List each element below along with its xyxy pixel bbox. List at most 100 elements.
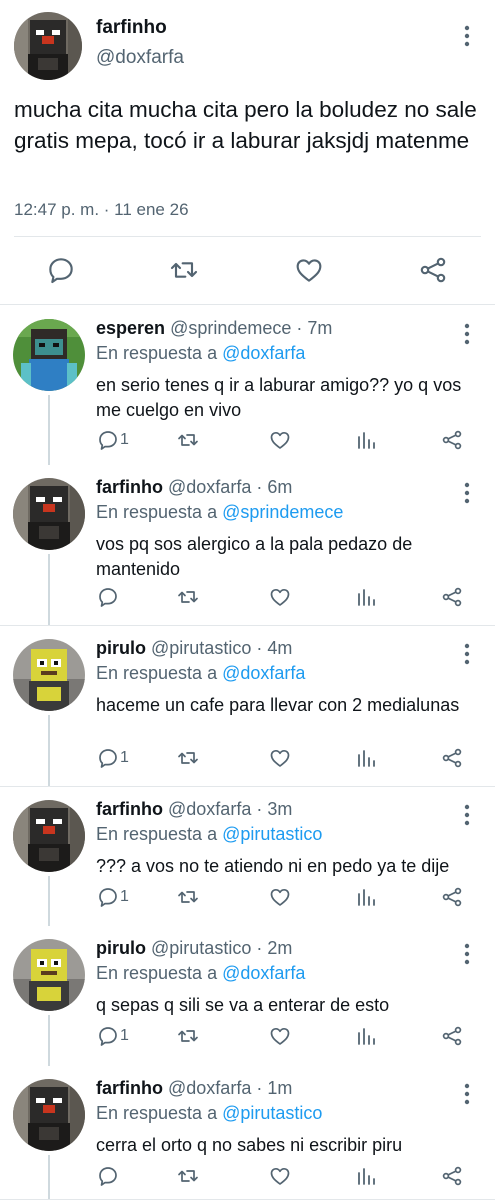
tweet-time[interactable]: 7m bbox=[307, 318, 332, 338]
author-handle[interactable]: @doxfarfa bbox=[96, 47, 184, 69]
share-icon[interactable] bbox=[440, 885, 464, 909]
tweet-time[interactable]: 2m bbox=[267, 938, 292, 958]
analytics-icon[interactable] bbox=[354, 585, 378, 609]
author-name[interactable]: pirulo bbox=[96, 638, 146, 658]
reply-button[interactable]: 1 bbox=[96, 746, 129, 770]
share-icon[interactable] bbox=[440, 746, 464, 770]
analytics-icon[interactable] bbox=[354, 428, 378, 452]
retweet-icon[interactable] bbox=[176, 1024, 200, 1048]
more-options-icon[interactable] bbox=[457, 479, 477, 507]
like-icon[interactable] bbox=[268, 1164, 292, 1188]
like-icon[interactable] bbox=[268, 585, 292, 609]
reply-tweet[interactable]: pirulo @pirutastico · 2m En respuesta a … bbox=[0, 926, 495, 1066]
analytics-icon[interactable] bbox=[354, 1024, 378, 1048]
share-icon[interactable] bbox=[440, 428, 464, 452]
more-options-icon[interactable] bbox=[457, 320, 477, 348]
like-icon[interactable] bbox=[268, 428, 292, 452]
author-handle[interactable]: @sprindemece bbox=[170, 318, 291, 338]
reply-actions: 1 bbox=[96, 1024, 476, 1050]
reply-actions: 1 bbox=[96, 428, 476, 454]
reply-to-link[interactable]: @pirutastico bbox=[222, 1103, 322, 1123]
more-options-icon[interactable] bbox=[457, 640, 477, 668]
tweet-time[interactable]: 1m bbox=[267, 1078, 292, 1098]
like-icon[interactable] bbox=[268, 1024, 292, 1048]
more-options-icon[interactable] bbox=[457, 22, 477, 50]
reply-tweet[interactable]: farfinho @doxfarfa · 6m En respuesta a @… bbox=[0, 465, 495, 626]
reply-to-link[interactable]: @doxfarfa bbox=[222, 663, 305, 683]
reply-icon bbox=[99, 431, 117, 450]
author-handle[interactable]: @doxfarfa bbox=[168, 799, 251, 819]
thread-line bbox=[48, 1015, 50, 1066]
author-name[interactable]: farfinho bbox=[96, 477, 163, 497]
reply-button[interactable]: 1 bbox=[96, 1024, 129, 1048]
thread-line bbox=[48, 395, 50, 465]
thread-line bbox=[48, 715, 50, 787]
like-icon[interactable] bbox=[268, 746, 292, 770]
reply-tweet[interactable]: esperen @sprindemece · 7m En respuesta a… bbox=[0, 306, 495, 465]
analytics-icon[interactable] bbox=[354, 746, 378, 770]
avatar[interactable] bbox=[13, 478, 85, 550]
reply-actions: 1 bbox=[96, 746, 476, 772]
reply-to-link[interactable]: @sprindemece bbox=[222, 502, 343, 522]
reply-prefix: En respuesta a bbox=[96, 963, 218, 983]
more-options-icon[interactable] bbox=[457, 940, 477, 968]
avatar[interactable] bbox=[13, 939, 85, 1011]
tweet-time[interactable]: 4m bbox=[267, 638, 292, 658]
avatar[interactable] bbox=[14, 12, 82, 80]
reply-prefix: En respuesta a bbox=[96, 824, 218, 844]
reply-context: En respuesta a @doxfarfa bbox=[96, 343, 305, 364]
author-handle[interactable]: @doxfarfa bbox=[168, 477, 251, 497]
like-icon[interactable] bbox=[293, 254, 325, 286]
tweet-time[interactable]: 6m bbox=[267, 477, 292, 497]
author-name[interactable]: esperen bbox=[96, 318, 165, 338]
tweet-timestamp[interactable]: 12:47 p. m. · 11 ene 26 bbox=[14, 200, 189, 220]
retweet-icon[interactable] bbox=[176, 746, 200, 770]
reply-tweet[interactable]: farfinho @doxfarfa · 1m En respuesta a @… bbox=[0, 1066, 495, 1200]
like-icon[interactable] bbox=[268, 885, 292, 909]
reply-tweet[interactable]: farfinho @doxfarfa · 3m En respuesta a @… bbox=[0, 787, 495, 926]
more-options-icon[interactable] bbox=[457, 801, 477, 829]
retweet-icon[interactable] bbox=[176, 585, 200, 609]
analytics-icon[interactable] bbox=[354, 885, 378, 909]
retweet-icon[interactable] bbox=[176, 428, 200, 452]
share-icon[interactable] bbox=[440, 585, 464, 609]
avatar[interactable] bbox=[13, 800, 85, 872]
author-name[interactable]: pirulo bbox=[96, 938, 146, 958]
reply-button[interactable]: 1 bbox=[96, 885, 129, 909]
share-icon[interactable] bbox=[440, 1164, 464, 1188]
avatar-pirulo-image bbox=[13, 639, 85, 711]
retweet-icon[interactable] bbox=[176, 885, 200, 909]
reply-text: cerra el orto q no sabes ni escribir pir… bbox=[96, 1135, 403, 1155]
analytics-icon[interactable] bbox=[354, 1164, 378, 1188]
author-handle[interactable]: @pirutastico bbox=[151, 938, 251, 958]
author-name[interactable]: farfinho bbox=[96, 1078, 163, 1098]
author-name[interactable]: farfinho bbox=[96, 17, 167, 39]
more-options-icon[interactable] bbox=[457, 1080, 477, 1108]
avatar-farfinho-image bbox=[13, 800, 85, 872]
avatar[interactable] bbox=[13, 639, 85, 711]
reply-prefix: En respuesta a bbox=[96, 343, 218, 363]
share-icon[interactable] bbox=[440, 1024, 464, 1048]
share-icon[interactable] bbox=[417, 254, 449, 286]
author-handle[interactable]: @pirutastico bbox=[151, 638, 251, 658]
author-handle[interactable]: @doxfarfa bbox=[168, 1078, 251, 1098]
reply-button[interactable] bbox=[96, 585, 120, 609]
reply-to-link[interactable]: @pirutastico bbox=[222, 824, 322, 844]
avatar[interactable] bbox=[13, 319, 85, 391]
reply-button[interactable] bbox=[96, 1164, 120, 1188]
reply-prefix: En respuesta a bbox=[96, 1103, 218, 1123]
tweet-time[interactable]: 3m bbox=[267, 799, 292, 819]
reply-context: En respuesta a @doxfarfa bbox=[96, 663, 305, 684]
reply-icon bbox=[99, 888, 117, 907]
author-name[interactable]: farfinho bbox=[96, 799, 163, 819]
reply-to-link[interactable]: @doxfarfa bbox=[222, 343, 305, 363]
reply-text: q sepas q sili se va a enterar de esto bbox=[96, 995, 390, 1015]
tweet-actions bbox=[0, 248, 495, 292]
reply-to-link[interactable]: @doxfarfa bbox=[222, 963, 305, 983]
retweet-icon[interactable] bbox=[176, 1164, 200, 1188]
reply-button[interactable]: 1 bbox=[96, 428, 129, 452]
reply-tweet[interactable]: pirulo @pirutastico · 4m En respuesta a … bbox=[0, 626, 495, 787]
avatar[interactable] bbox=[13, 1079, 85, 1151]
reply-icon[interactable] bbox=[45, 254, 77, 286]
retweet-icon[interactable] bbox=[168, 254, 200, 286]
